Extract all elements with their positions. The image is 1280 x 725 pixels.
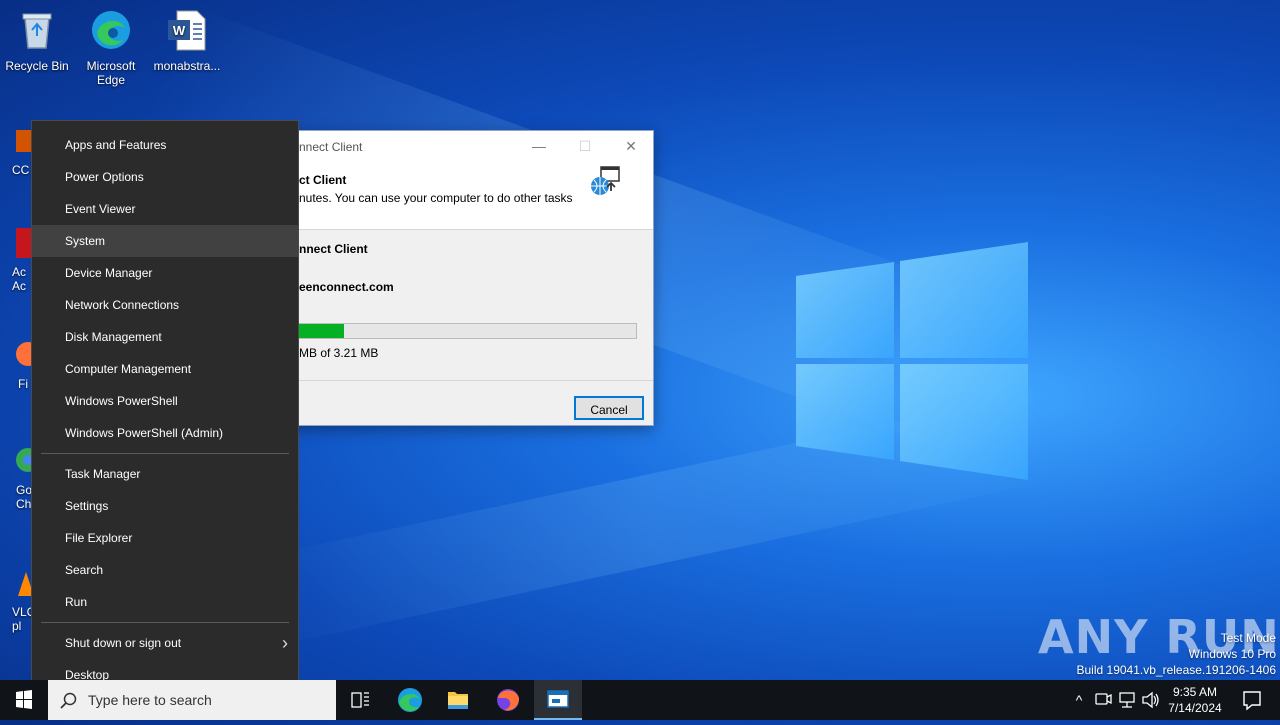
menu-item-run[interactable]: Run	[32, 586, 298, 618]
menu-item-windows-powershell[interactable]: Windows PowerShell	[32, 385, 298, 417]
watermark-line: Test Mode	[1220, 631, 1276, 645]
menu-item-label: Power Options	[65, 170, 144, 184]
tray-meet-now[interactable]	[1092, 680, 1114, 720]
menu-item-label: Disk Management	[65, 330, 162, 344]
menu-item-power-options[interactable]: Power Options	[32, 161, 298, 193]
menu-item-label: Event Viewer	[65, 202, 136, 216]
progress-fill	[292, 324, 344, 338]
dialog-header: ct Client nutes. You can use your comput…	[281, 161, 653, 230]
network-icon	[1119, 692, 1135, 708]
start-button[interactable]	[0, 680, 48, 720]
installer-window-icon	[547, 690, 569, 708]
word-document-icon: W	[168, 10, 206, 51]
speaker-icon	[1142, 691, 1159, 709]
desktop-icon-label: Recycle Bin	[5, 59, 69, 73]
maximize-button: ☐	[578, 138, 592, 154]
firefox-icon	[497, 689, 519, 711]
clock-date: 7/14/2024	[1168, 701, 1222, 715]
task-view-icon	[351, 692, 369, 708]
watermark-line: Windows 10 Pro	[1188, 647, 1276, 661]
taskbar-search-box[interactable]: Type here to search	[48, 680, 336, 720]
svg-text:W: W	[173, 23, 186, 38]
menu-item-label: Network Connections	[65, 298, 180, 312]
menu-item-task-manager[interactable]: Task Manager	[32, 458, 298, 490]
search-icon	[60, 692, 77, 709]
tray-overflow-button[interactable]: ^	[1068, 680, 1090, 720]
menu-item-label: System	[65, 234, 106, 248]
power-user-menu: Apps and Features Power Options Event View…	[31, 120, 299, 698]
menu-item-windows-powershell-admin[interactable]: Windows PowerShell (Admin)	[32, 417, 298, 449]
tray-network[interactable]	[1116, 680, 1138, 720]
installer-globe-icon	[591, 166, 620, 195]
menu-item-label: Device Manager	[65, 266, 153, 280]
desktop-icon-word-document[interactable]: W monabstra...	[150, 8, 224, 73]
watermark-line: Build 19041.vb_release.191206-1406	[1076, 663, 1277, 677]
menu-item-apps-and-features[interactable]: Apps and Features	[32, 129, 298, 161]
menu-item-disk-management[interactable]: Disk Management	[32, 321, 298, 353]
menu-item-system[interactable]: System	[32, 225, 298, 257]
menu-item-settings[interactable]: Settings	[32, 490, 298, 522]
menu-item-network-connections[interactable]: Network Connections	[32, 289, 298, 321]
folder-icon	[448, 692, 468, 709]
menu-item-label: Settings	[65, 499, 109, 513]
dialog-header-text: nutes. You can use your computer to do o…	[299, 191, 573, 205]
installer-dialog: nnect Client — ☐ ✕ ct Client nutes. You …	[280, 130, 654, 426]
menu-item-label: Apps and Features	[65, 138, 167, 152]
menu-item-label: Task Manager	[65, 467, 141, 481]
notification-icon	[1243, 691, 1261, 711]
test-mode-watermark: Test Mode Windows 10 Pro Build 19041.vb_…	[1077, 630, 1277, 678]
desktop-icon-recycle-bin[interactable]: Recycle Bin	[0, 8, 74, 73]
clock-time: 9:35 AM	[1172, 685, 1218, 699]
edge-icon	[398, 688, 422, 712]
dialog-product-name: nnect Client	[299, 242, 368, 256]
desktop-icon-microsoft-edge[interactable]: Microsoft Edge	[74, 8, 148, 87]
chevron-right-icon: ›	[282, 633, 288, 653]
progress-text: MB of 3.21 MB	[299, 346, 379, 360]
tray-volume[interactable]	[1140, 680, 1162, 720]
cancel-button[interactable]: Cancel	[574, 396, 644, 420]
menu-item-label: File Explorer	[65, 531, 133, 545]
minimize-button[interactable]: —	[519, 135, 559, 157]
windows-logo-wallpaper	[796, 242, 1028, 480]
download-progress-bar	[291, 323, 637, 339]
desktop-icon-label: monabstra...	[153, 59, 221, 73]
dialog-title: nnect Client	[299, 140, 363, 154]
menu-item-label: Computer Management	[65, 362, 192, 376]
windows-start-icon	[16, 690, 32, 709]
menu-item-event-viewer[interactable]: Event Viewer	[32, 193, 298, 225]
dialog-header-title: ct Client	[299, 173, 347, 187]
menu-item-label: Windows PowerShell	[65, 394, 178, 408]
close-button[interactable]: ✕	[611, 135, 651, 157]
taskbar-firefox-button[interactable]	[484, 680, 532, 720]
taskbar-edge-button[interactable]	[386, 680, 434, 720]
menu-item-label: Shut down or sign out	[65, 636, 182, 650]
menu-item-label: Windows PowerShell (Admin)	[65, 426, 224, 440]
menu-item-device-manager[interactable]: Device Manager	[32, 257, 298, 289]
task-view-button[interactable]	[336, 680, 384, 720]
menu-item-search[interactable]: Search	[32, 554, 298, 586]
chevron-up-icon: ^	[1075, 692, 1083, 708]
menu-item-label: Search	[65, 563, 104, 577]
edge-icon	[92, 11, 130, 49]
menu-item-file-explorer[interactable]: File Explorer	[32, 522, 298, 554]
menu-separator	[41, 622, 289, 623]
menu-separator	[41, 453, 289, 454]
taskbar: Type here to search ^ 9:35 AM 7/14/2024	[0, 680, 1280, 720]
dialog-body: nnect Client eenconnect.com MB of 3.21 M…	[281, 230, 653, 381]
dialog-host: eenconnect.com	[299, 280, 394, 294]
taskbar-clock[interactable]: 9:35 AM 7/14/2024	[1160, 684, 1230, 716]
desktop-icon-label: Microsoft Edge	[86, 59, 136, 87]
action-center-button[interactable]	[1232, 680, 1272, 720]
menu-item-label: Run	[65, 595, 88, 609]
search-placeholder: Type here to search	[88, 692, 212, 708]
menu-item-computer-management[interactable]: Computer Management	[32, 353, 298, 385]
taskbar-file-explorer-button[interactable]	[434, 680, 482, 720]
menu-item-shut-down[interactable]: Shut down or sign out ›	[32, 627, 298, 659]
desktop-icon-label: Ac Ac	[12, 265, 27, 293]
taskbar-installer-button[interactable]	[534, 680, 582, 720]
camera-icon	[1095, 693, 1112, 705]
recycle-bin-icon	[22, 13, 52, 49]
dialog-title-bar: nnect Client — ☐ ✕	[281, 131, 653, 161]
